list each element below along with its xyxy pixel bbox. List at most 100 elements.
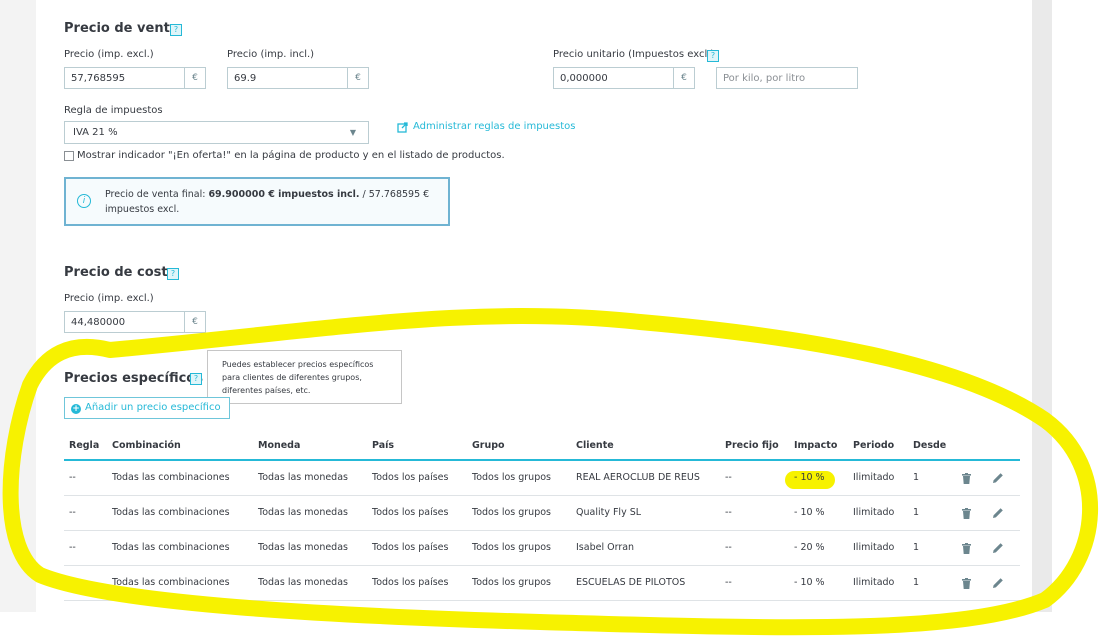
tooltip-line: diferentes países, etc. (222, 386, 311, 395)
cell-impacto: - 10 % (794, 577, 825, 588)
cell-cliente: Quality Fly SL (576, 507, 642, 518)
col-precio-fijo: Precio fijo (725, 440, 779, 451)
cell-pais: Todos los países (372, 507, 449, 518)
cell-periodo: Ilimitado (853, 472, 895, 483)
pencil-icon[interactable] (992, 472, 1004, 484)
cell-fijo: -- (725, 577, 732, 588)
cell-grupo: Todos los grupos (472, 507, 551, 518)
col-grupo: Grupo (472, 440, 505, 451)
add-specific-price-button[interactable]: + Añadir un precio específico (64, 397, 230, 419)
cell-impacto: - 10 % (794, 472, 825, 483)
cell-pais: Todos los países (372, 472, 449, 483)
info-icon: i (77, 194, 91, 208)
cell-moneda: Todas las monedas (258, 577, 348, 588)
unit-description-input[interactable] (716, 67, 858, 89)
table-header: Regla Combinación Moneda País Grupo Clie… (64, 433, 1020, 461)
price-incl-currency: € (348, 67, 369, 89)
question-icon[interactable]: ? (707, 50, 719, 62)
left-gutter (0, 0, 36, 615)
specific-prices-table: Regla Combinación Moneda País Grupo Clie… (64, 433, 1020, 601)
cell-cliente: ESCUELAS DE PILOTOS (576, 577, 686, 588)
trash-icon[interactable] (962, 508, 971, 519)
cell-pais: Todos los países (372, 577, 449, 588)
cell-fijo: -- (725, 472, 732, 483)
cell-combinacion: Todas las combinaciones (112, 472, 230, 483)
tax-rule-label: Regla de impuestos (64, 105, 163, 116)
plus-circle-icon: + (71, 404, 81, 414)
col-cliente: Cliente (576, 440, 614, 451)
col-desde: Desde (913, 440, 947, 451)
col-moneda: Moneda (258, 440, 301, 451)
cell-combinacion: Todas las combinaciones (112, 577, 230, 588)
pencil-icon[interactable] (992, 577, 1004, 589)
cell-fijo: -- (725, 507, 732, 518)
cell-grupo: Todos los grupos (472, 472, 551, 483)
unit-price-currency: € (674, 67, 695, 89)
cell-grupo: Todos los grupos (472, 542, 551, 553)
cell-desde: 1 (913, 507, 920, 518)
cell-combinacion: Todas las combinaciones (112, 507, 230, 518)
right-gutter (1032, 0, 1052, 615)
cell-regla: -- (69, 472, 76, 483)
col-pais: País (372, 440, 395, 451)
tax-rule-select[interactable]: IVA 21 % ▼ (64, 121, 369, 144)
cell-desde: 1 (913, 472, 920, 483)
bottom-band (0, 612, 1100, 642)
cell-periodo: Ilimitado (853, 577, 895, 588)
tooltip-line: para clientes de diferentes grupos, (222, 373, 362, 382)
final-price-alert: i Precio de venta final: 69.900000 € imp… (64, 177, 450, 226)
trash-icon[interactable] (962, 543, 971, 554)
cell-combinacion: Todas las combinaciones (112, 542, 230, 553)
cell-moneda: Todas las monedas (258, 542, 348, 553)
cost-price-title: Precio de coste (64, 265, 177, 280)
question-icon[interactable]: ? (170, 24, 182, 36)
col-periodo: Periodo (853, 440, 895, 451)
table-row: -- Todas las combinaciones Todas las moned… (64, 566, 1020, 601)
col-regla: Regla (69, 440, 100, 451)
cell-impacto: - 10 % (794, 507, 825, 518)
unit-price-input[interactable] (553, 67, 674, 89)
cell-periodo: Ilimitado (853, 507, 895, 518)
price-excl-currency: € (185, 67, 206, 89)
price-excl-input[interactable] (64, 67, 185, 89)
table-row: -- Todas las combinaciones Todas las moned… (64, 496, 1020, 531)
cell-regla: -- (69, 507, 76, 518)
cell-impacto: - 20 % (794, 542, 825, 553)
manage-tax-rules-link[interactable]: Administrar reglas de impuestos (413, 121, 576, 132)
cell-pais: Todos los países (372, 542, 449, 553)
tooltip-line: Puedes establecer precios específicos (222, 360, 374, 369)
question-icon[interactable]: ? (190, 373, 202, 385)
price-incl-label: Precio (imp. incl.) (227, 49, 315, 60)
trash-icon[interactable] (962, 473, 971, 484)
cell-grupo: Todos los grupos (472, 577, 551, 588)
cell-moneda: Todas las monedas (258, 507, 348, 518)
external-link-icon[interactable] (397, 122, 408, 133)
cell-regla: -- (69, 577, 76, 588)
cell-periodo: Ilimitado (853, 542, 895, 553)
price-incl-input[interactable] (227, 67, 348, 89)
specific-prices-tooltip: Puedes establecer precios específicos pa… (207, 350, 402, 404)
cell-desde: 1 (913, 577, 920, 588)
pencil-icon[interactable] (992, 542, 1004, 554)
cell-cliente: Isabel Orran (576, 542, 635, 553)
question-icon[interactable]: ? (167, 268, 179, 280)
tax-rule-value: IVA 21 % (73, 127, 118, 138)
cell-desde: 1 (913, 542, 920, 553)
cell-regla: -- (69, 542, 76, 553)
on-sale-label: Mostrar indicador "¡En oferta!" en la pá… (77, 150, 505, 161)
price-excl-label: Precio (imp. excl.) (64, 49, 154, 60)
trash-icon[interactable] (962, 578, 971, 589)
cell-fijo: -- (725, 542, 732, 553)
cell-moneda: Todas las monedas (258, 472, 348, 483)
on-sale-checkbox[interactable] (64, 151, 74, 161)
table-row: -- Todas las combinaciones Todas las moned… (64, 461, 1020, 496)
sale-price-title: Precio de venta (64, 21, 179, 36)
cost-price-currency: € (185, 311, 206, 333)
caret-down-icon: ▼ (349, 128, 356, 137)
cell-cliente: REAL AEROCLUB DE REUS (576, 472, 700, 483)
pencil-icon[interactable] (992, 507, 1004, 519)
col-impacto: Impacto (794, 440, 838, 451)
add-specific-price-label: Añadir un precio específico (85, 402, 221, 413)
unit-price-label: Precio unitario (Impuestos excl.) (553, 49, 715, 60)
cost-price-input[interactable] (64, 311, 185, 333)
